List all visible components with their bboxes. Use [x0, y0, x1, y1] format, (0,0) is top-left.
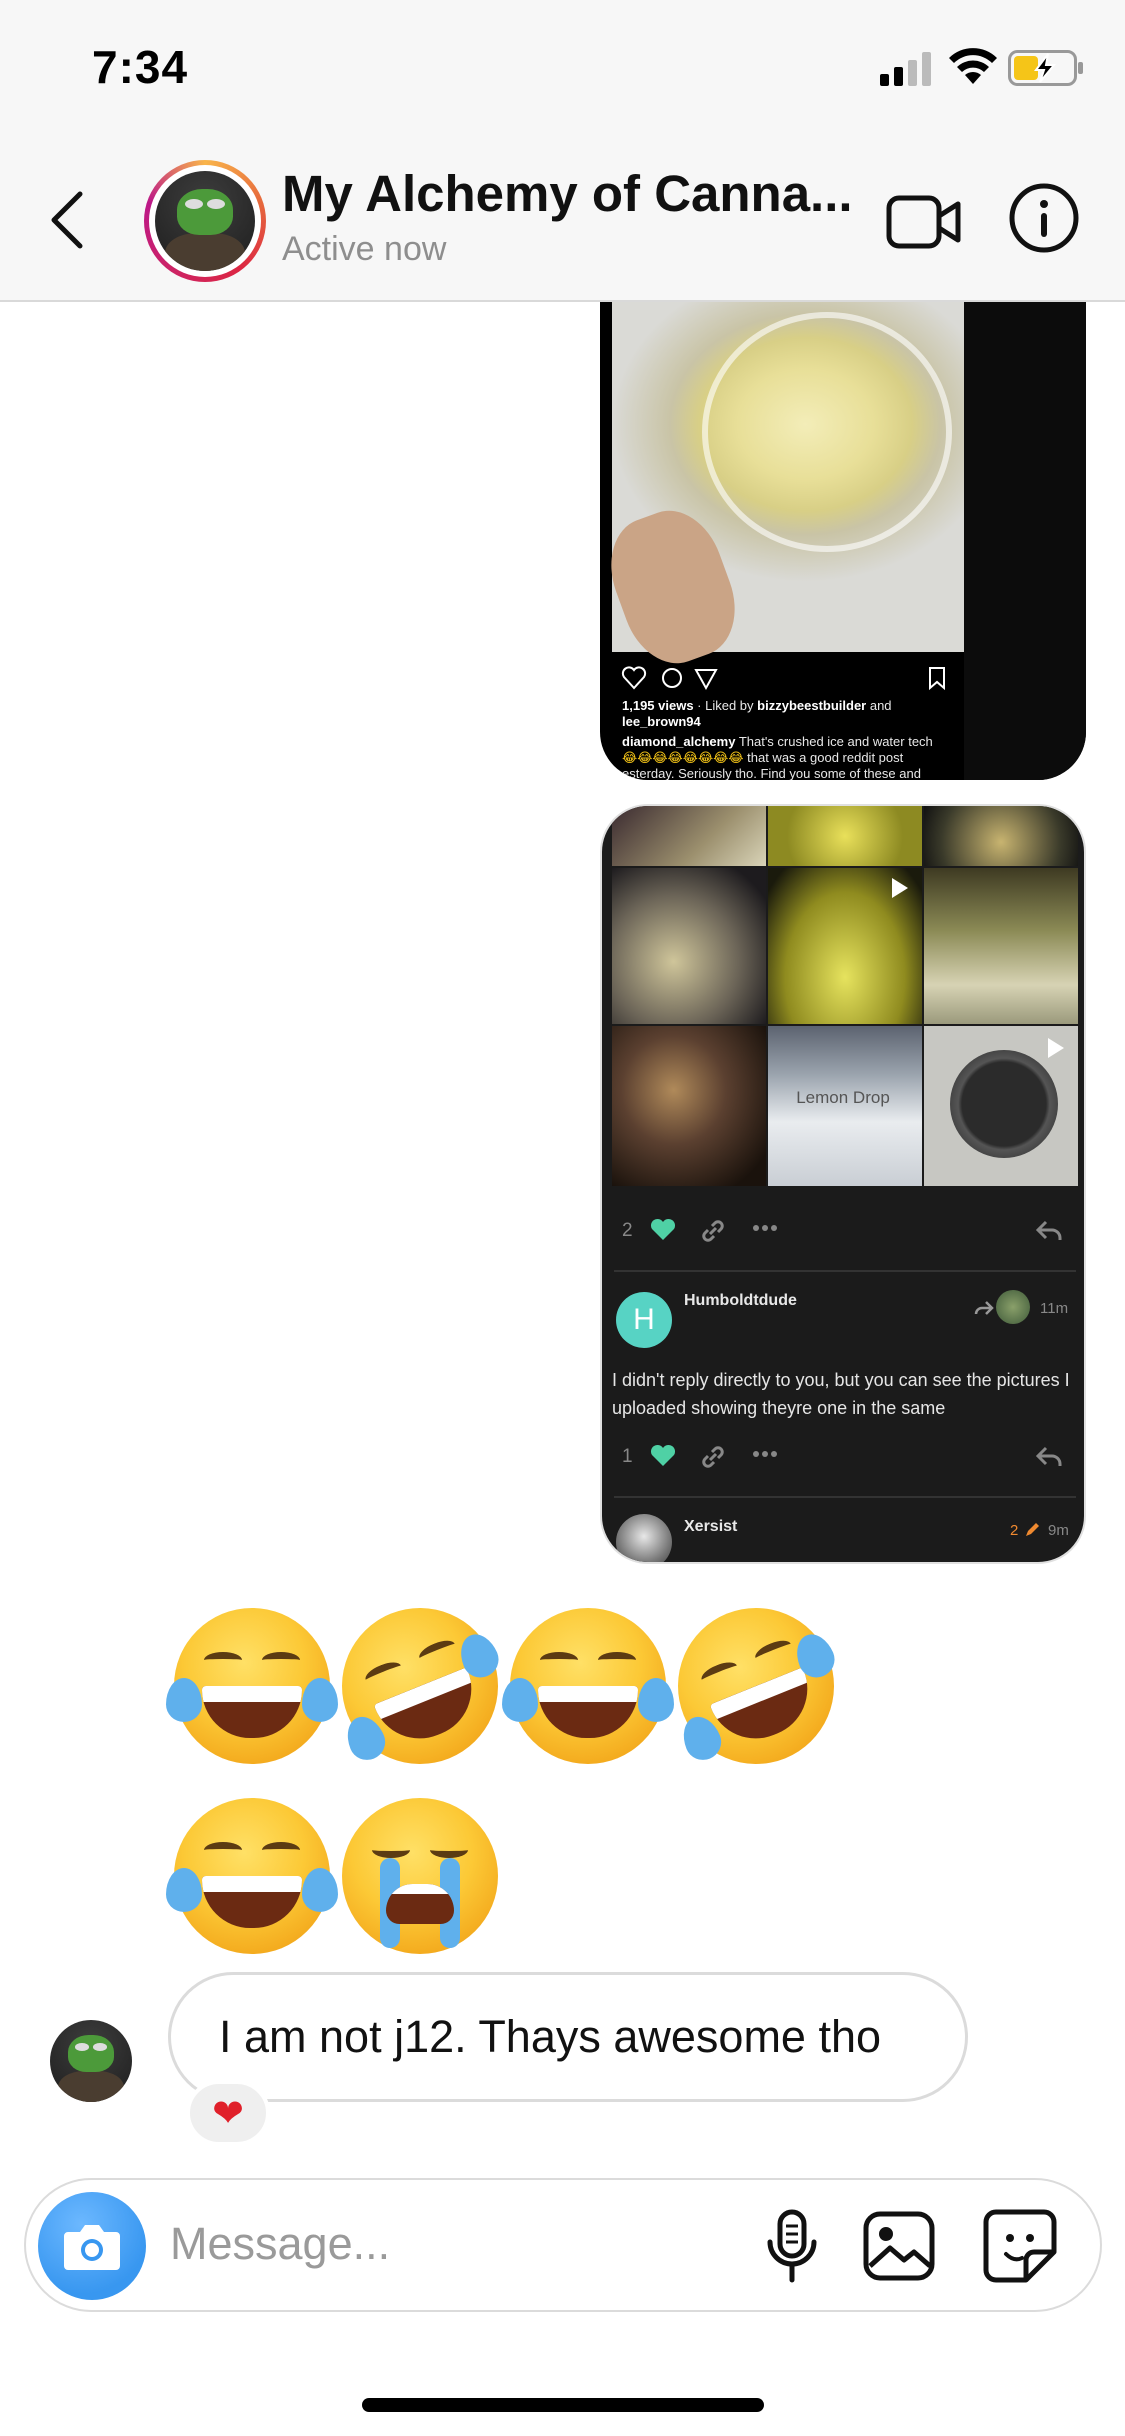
status-bar: 7:34 — [0, 0, 1125, 140]
comment-text: I didn't reply directly to you, but you … — [612, 1370, 1070, 1418]
video-call-icon[interactable] — [886, 190, 962, 252]
commenter-name: Humboldtdude — [684, 1292, 797, 1309]
commenter-avatar — [616, 1514, 672, 1562]
tears-of-joy-emoji — [502, 1608, 674, 1764]
shared-forum-screenshot[interactable]: Lemon Drop 2 H Humboldtdude 11m I didn't… — [600, 804, 1086, 1564]
tears-of-joy-emoji — [166, 1608, 338, 1764]
tears-of-joy-emoji — [166, 1798, 338, 1954]
comment-actions-row: 1 — [622, 1440, 1068, 1480]
heart-icon[interactable] — [650, 1218, 676, 1242]
camera-button[interactable] — [38, 2192, 146, 2300]
comment-time: 11m — [1040, 1300, 1069, 1317]
image-grid: Lemon Drop — [612, 806, 1078, 1190]
contact-avatar[interactable] — [144, 160, 266, 282]
shared-instagram-post[interactable]: 1,195 views · Liked by bizzybeestbuilder… — [600, 302, 1086, 780]
post-action-icons — [621, 666, 945, 691]
message-bubble[interactable]: I am not j12. Thays awesome tho — [168, 1972, 968, 2102]
more-icon[interactable] — [752, 1450, 778, 1458]
link-icon[interactable] — [700, 1444, 726, 1470]
cellular-signal-icon — [880, 52, 931, 86]
back-chevron-icon[interactable] — [44, 188, 94, 252]
battery-charging-icon — [1008, 50, 1083, 86]
comment-time: 9m — [1048, 1522, 1069, 1539]
reply-icon[interactable] — [1036, 1446, 1062, 1468]
pencil-icon — [1026, 1523, 1039, 1536]
reply-icon[interactable] — [1036, 1220, 1062, 1242]
commenter-name: Xersist — [684, 1518, 738, 1535]
rolling-laughing-emoji — [318, 1584, 522, 1788]
sticker-icon[interactable] — [982, 2208, 1058, 2284]
heart-icon[interactable] — [650, 1444, 676, 1468]
reply-avatar — [996, 1290, 1030, 1324]
camera-icon — [64, 2225, 120, 2270]
home-indicator[interactable] — [362, 2398, 764, 2412]
link-icon[interactable] — [700, 1218, 726, 1244]
like-count: 2 — [622, 1220, 633, 1241]
status-time: 7:34 — [92, 41, 189, 93]
post-photo — [600, 302, 964, 677]
gallery-icon[interactable] — [862, 2208, 938, 2284]
heart-reaction[interactable]: ❤ — [186, 2080, 270, 2146]
more-icon[interactable] — [752, 1224, 778, 1232]
contact-name[interactable]: My Alchemy of Canna... — [282, 164, 853, 223]
chat-header: My Alchemy of Canna... Active now — [0, 140, 1125, 302]
post-actions-row: 2 — [622, 1214, 1068, 1254]
loudly-crying-emoji — [342, 1798, 498, 1954]
commenter-avatar: H — [616, 1292, 672, 1348]
message-text: I am not j12. Thays awesome tho — [219, 2011, 882, 2062]
info-icon[interactable] — [1008, 182, 1080, 254]
forward-icon — [974, 1301, 994, 1315]
lemon-drop-label: Lemon Drop — [796, 1088, 890, 1107]
like-count: 1 — [622, 1446, 633, 1467]
wifi-icon — [949, 48, 997, 84]
sender-avatar[interactable] — [50, 2020, 132, 2102]
edit-count: 2 — [1010, 1522, 1019, 1539]
post-meta: 1,195 views · Liked by bizzybeestbuilder… — [622, 698, 933, 780]
active-status: Active now — [282, 230, 447, 268]
microphone-icon[interactable] — [754, 2208, 830, 2284]
message-input[interactable]: Message... — [170, 2218, 390, 2270]
message-composer: Message... — [24, 2178, 1102, 2312]
rolling-laughing-emoji — [654, 1584, 858, 1788]
